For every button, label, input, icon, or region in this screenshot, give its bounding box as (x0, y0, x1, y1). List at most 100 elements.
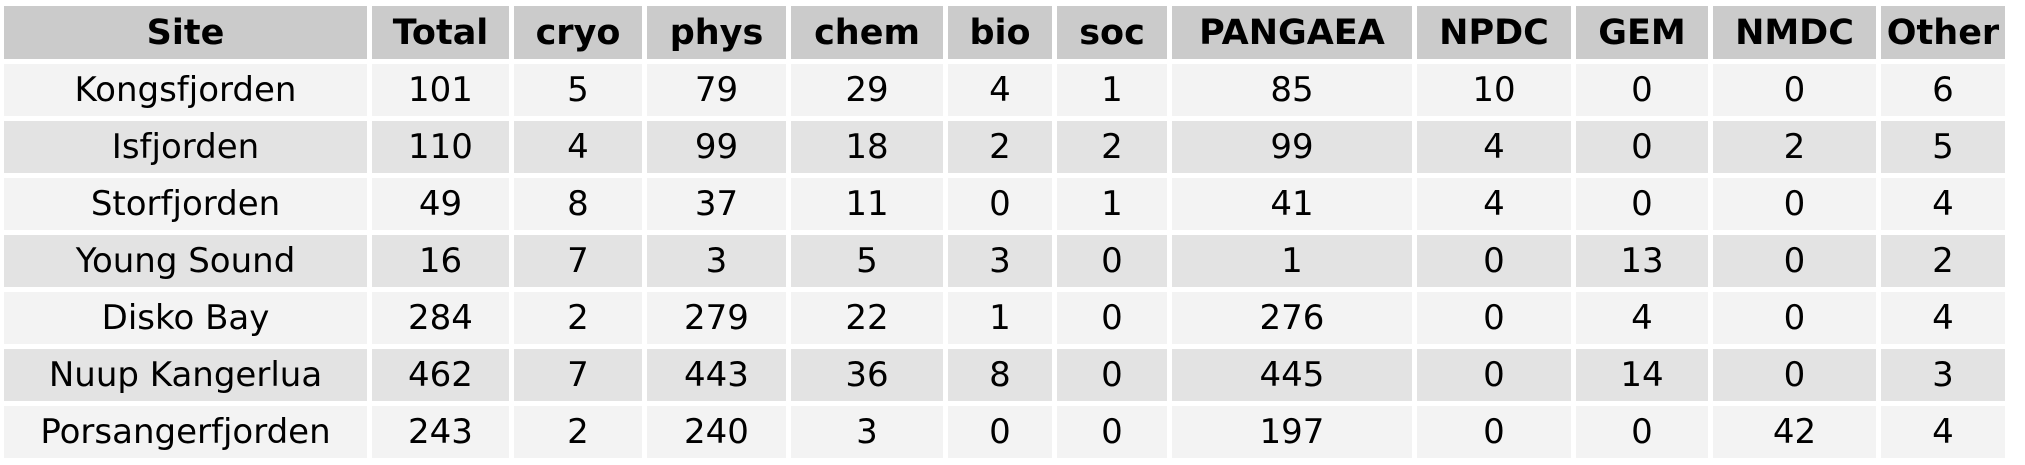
header-phys: phys (647, 6, 786, 59)
header-gem: GEM (1576, 6, 1708, 59)
cell-other: 4 (1881, 292, 2005, 344)
cell-total: 110 (372, 121, 509, 173)
cell-soc: 0 (1057, 292, 1167, 344)
cell-npdc: 4 (1417, 121, 1571, 173)
cell-soc: 0 (1057, 406, 1167, 458)
cell-bio: 1 (948, 292, 1052, 344)
cell-site: Young Sound (4, 235, 367, 287)
table-row: Nuup Kangerlua 462 7 443 36 8 0 445 0 14… (4, 349, 2005, 401)
cell-total: 49 (372, 178, 509, 230)
table-row: Disko Bay 284 2 279 22 1 0 276 0 4 0 4 (4, 292, 2005, 344)
cell-other: 2 (1881, 235, 2005, 287)
cell-npdc: 0 (1417, 349, 1571, 401)
cell-pangaea: 445 (1172, 349, 1412, 401)
table-row: Storfjorden 49 8 37 11 0 1 41 4 0 0 4 (4, 178, 2005, 230)
header-total: Total (372, 6, 509, 59)
cell-npdc: 10 (1417, 64, 1571, 116)
cell-cryo: 7 (514, 235, 642, 287)
cell-phys: 79 (647, 64, 786, 116)
cell-other: 3 (1881, 349, 2005, 401)
cell-cryo: 2 (514, 406, 642, 458)
cell-gem: 0 (1576, 178, 1708, 230)
table-row: Young Sound 16 7 3 5 3 0 1 0 13 0 2 (4, 235, 2005, 287)
cell-site: Nuup Kangerlua (4, 349, 367, 401)
data-table: Site Total cryo phys chem bio soc PANGAE… (0, 1, 2010, 463)
cell-bio: 4 (948, 64, 1052, 116)
table-row: Porsangerfjorden 243 2 240 3 0 0 197 0 0… (4, 406, 2005, 458)
cell-pangaea: 1 (1172, 235, 1412, 287)
cell-pangaea: 85 (1172, 64, 1412, 116)
cell-soc: 2 (1057, 121, 1167, 173)
cell-total: 243 (372, 406, 509, 458)
cell-total: 101 (372, 64, 509, 116)
cell-bio: 8 (948, 349, 1052, 401)
cell-nmdc: 0 (1713, 235, 1876, 287)
cell-pangaea: 276 (1172, 292, 1412, 344)
cell-bio: 3 (948, 235, 1052, 287)
cell-npdc: 0 (1417, 406, 1571, 458)
header-site: Site (4, 6, 367, 59)
cell-nmdc: 0 (1713, 178, 1876, 230)
cell-chem: 18 (791, 121, 943, 173)
cell-npdc: 0 (1417, 292, 1571, 344)
header-soc: soc (1057, 6, 1167, 59)
cell-other: 4 (1881, 406, 2005, 458)
cell-chem: 3 (791, 406, 943, 458)
cell-nmdc: 2 (1713, 121, 1876, 173)
cell-cryo: 4 (514, 121, 642, 173)
cell-other: 6 (1881, 64, 2005, 116)
cell-nmdc: 0 (1713, 349, 1876, 401)
header-row: Site Total cryo phys chem bio soc PANGAE… (4, 6, 2005, 59)
cell-cryo: 8 (514, 178, 642, 230)
cell-npdc: 0 (1417, 235, 1571, 287)
cell-gem: 14 (1576, 349, 1708, 401)
cell-other: 5 (1881, 121, 2005, 173)
cell-site: Disko Bay (4, 292, 367, 344)
cell-phys: 279 (647, 292, 786, 344)
cell-gem: 4 (1576, 292, 1708, 344)
cell-cryo: 2 (514, 292, 642, 344)
header-other: Other (1881, 6, 2005, 59)
cell-soc: 1 (1057, 178, 1167, 230)
cell-nmdc: 0 (1713, 64, 1876, 116)
cell-phys: 240 (647, 406, 786, 458)
header-pangaea: PANGAEA (1172, 6, 1412, 59)
cell-pangaea: 197 (1172, 406, 1412, 458)
cell-total: 16 (372, 235, 509, 287)
cell-cryo: 7 (514, 349, 642, 401)
header-npdc: NPDC (1417, 6, 1571, 59)
cell-gem: 13 (1576, 235, 1708, 287)
cell-nmdc: 42 (1713, 406, 1876, 458)
cell-total: 284 (372, 292, 509, 344)
cell-bio: 2 (948, 121, 1052, 173)
header-nmdc: NMDC (1713, 6, 1876, 59)
cell-chem: 22 (791, 292, 943, 344)
cell-site: Kongsfjorden (4, 64, 367, 116)
cell-phys: 3 (647, 235, 786, 287)
cell-bio: 0 (948, 406, 1052, 458)
table-row: Isfjorden 110 4 99 18 2 2 99 4 0 2 5 (4, 121, 2005, 173)
header-chem: chem (791, 6, 943, 59)
cell-phys: 443 (647, 349, 786, 401)
cell-site: Storfjorden (4, 178, 367, 230)
cell-site: Isfjorden (4, 121, 367, 173)
cell-npdc: 4 (1417, 178, 1571, 230)
header-bio: bio (948, 6, 1052, 59)
cell-other: 4 (1881, 178, 2005, 230)
cell-soc: 1 (1057, 64, 1167, 116)
cell-soc: 0 (1057, 235, 1167, 287)
cell-phys: 37 (647, 178, 786, 230)
cell-pangaea: 41 (1172, 178, 1412, 230)
cell-soc: 0 (1057, 349, 1167, 401)
cell-total: 462 (372, 349, 509, 401)
cell-chem: 11 (791, 178, 943, 230)
cell-site: Porsangerfjorden (4, 406, 367, 458)
cell-bio: 0 (948, 178, 1052, 230)
header-cryo: cryo (514, 6, 642, 59)
cell-gem: 0 (1576, 121, 1708, 173)
cell-nmdc: 0 (1713, 292, 1876, 344)
cell-chem: 29 (791, 64, 943, 116)
cell-gem: 0 (1576, 64, 1708, 116)
table-row: Kongsfjorden 101 5 79 29 4 1 85 10 0 0 6 (4, 64, 2005, 116)
cell-gem: 0 (1576, 406, 1708, 458)
